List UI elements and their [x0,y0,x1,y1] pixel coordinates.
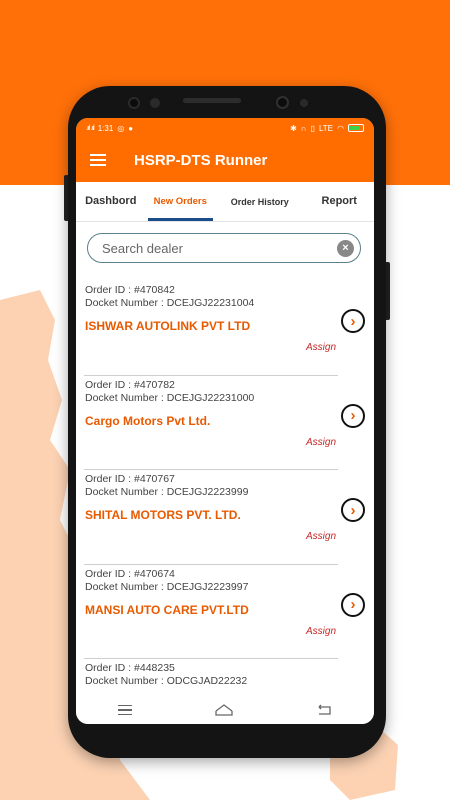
sensor-icon [300,99,308,107]
recents-icon[interactable] [117,704,132,716]
system-nav-bar [76,696,374,724]
order-id: Order ID : #470782 [85,378,175,391]
notification-icon: ● [128,123,134,133]
tab-bar: Dashbord New Orders Order History Report [76,182,374,222]
order-card: Order ID : #470767 Docket Number : DCEJG… [76,470,374,565]
tab-report[interactable]: Report [305,182,375,221]
earpiece-speaker [183,98,241,103]
order-id: Order ID : #448235 [85,662,175,674]
order-id: Order ID : #470674 [85,567,175,580]
search-input[interactable] [102,240,322,256]
signal-icon: .ııl .ııl [86,124,95,132]
tab-new-orders[interactable]: New Orders [146,182,216,221]
assign-link[interactable]: Assign [306,437,336,448]
app-screen: .ııl .ııl 1:31 ◎ ● ✱ ∩ ▯ LTE ◠ HSRP-DTS … [76,118,374,724]
hamburger-menu-icon[interactable] [90,154,106,166]
search-bar: × [87,233,361,263]
open-order-arrow-icon[interactable]: › [341,498,365,522]
docket-number: Docket Number : DCEJGJ2223997 [85,580,249,593]
assign-link[interactable]: Assign [306,531,336,542]
open-order-arrow-icon[interactable]: › [341,403,365,428]
wifi-icon: ◠ [337,123,344,133]
home-icon[interactable] [215,704,233,716]
dealer-name: ISHWAR AUTOLINK PVT LTD [85,319,251,333]
battery-icon [348,124,364,132]
dealer-name: Cargo Motors Pvt Ltd. [85,413,211,428]
order-list: Order ID : #470842 Docket Number : DCEJG… [76,281,374,724]
docket-number: Docket Number : ODCGJAD22232 [85,675,248,687]
front-camera-icon [128,97,140,109]
docket-number: Docket Number : DCEJGJ22231004 [85,297,255,309]
status-time: 1:31 [97,123,114,133]
assign-link[interactable]: Assign [306,342,336,353]
app-toolbar: HSRP-DTS Runner [76,138,374,182]
vibrate-icon: ▯ [310,123,315,133]
open-order-arrow-icon[interactable]: › [341,309,365,333]
status-bar: .ııl .ııl 1:31 ◎ ● ✱ ∩ ▯ LTE ◠ [76,118,374,138]
headset-icon: ∩ [300,123,307,133]
order-card: Order ID : #470674 Docket Number : DCEJG… [76,565,374,659]
clear-search-icon[interactable]: × [337,240,354,257]
tab-order-history[interactable]: Order History [215,182,305,221]
bluetooth-icon: ✱ [290,123,297,133]
docket-number: Docket Number : DCEJGJ2223999 [85,486,249,498]
order-id: Order ID : #470842 [85,284,175,296]
order-card: Order ID : #470782 Docket Number : DCEJG… [76,376,374,470]
back-icon[interactable] [316,704,332,716]
app-title: HSRP-DTS Runner [134,151,268,169]
dealer-name: MANSI AUTO CARE PVT.LTD [85,602,249,617]
sensor-icon [150,98,160,108]
front-camera-icon [276,96,289,109]
whatsapp-icon: ◎ [117,123,125,133]
docket-number: Docket Number : DCEJGJ22231000 [85,391,255,404]
open-order-arrow-icon[interactable]: › [341,592,365,617]
assign-link[interactable]: Assign [306,626,336,637]
tab-dashboard[interactable]: Dashbord [76,182,146,221]
order-card: Order ID : #470842 Docket Number : DCEJG… [76,281,374,376]
lte-icon: LTE [318,123,334,133]
order-id: Order ID : #470767 [85,473,175,485]
dealer-name: SHITAL MOTORS PVT. LTD. [85,508,241,522]
